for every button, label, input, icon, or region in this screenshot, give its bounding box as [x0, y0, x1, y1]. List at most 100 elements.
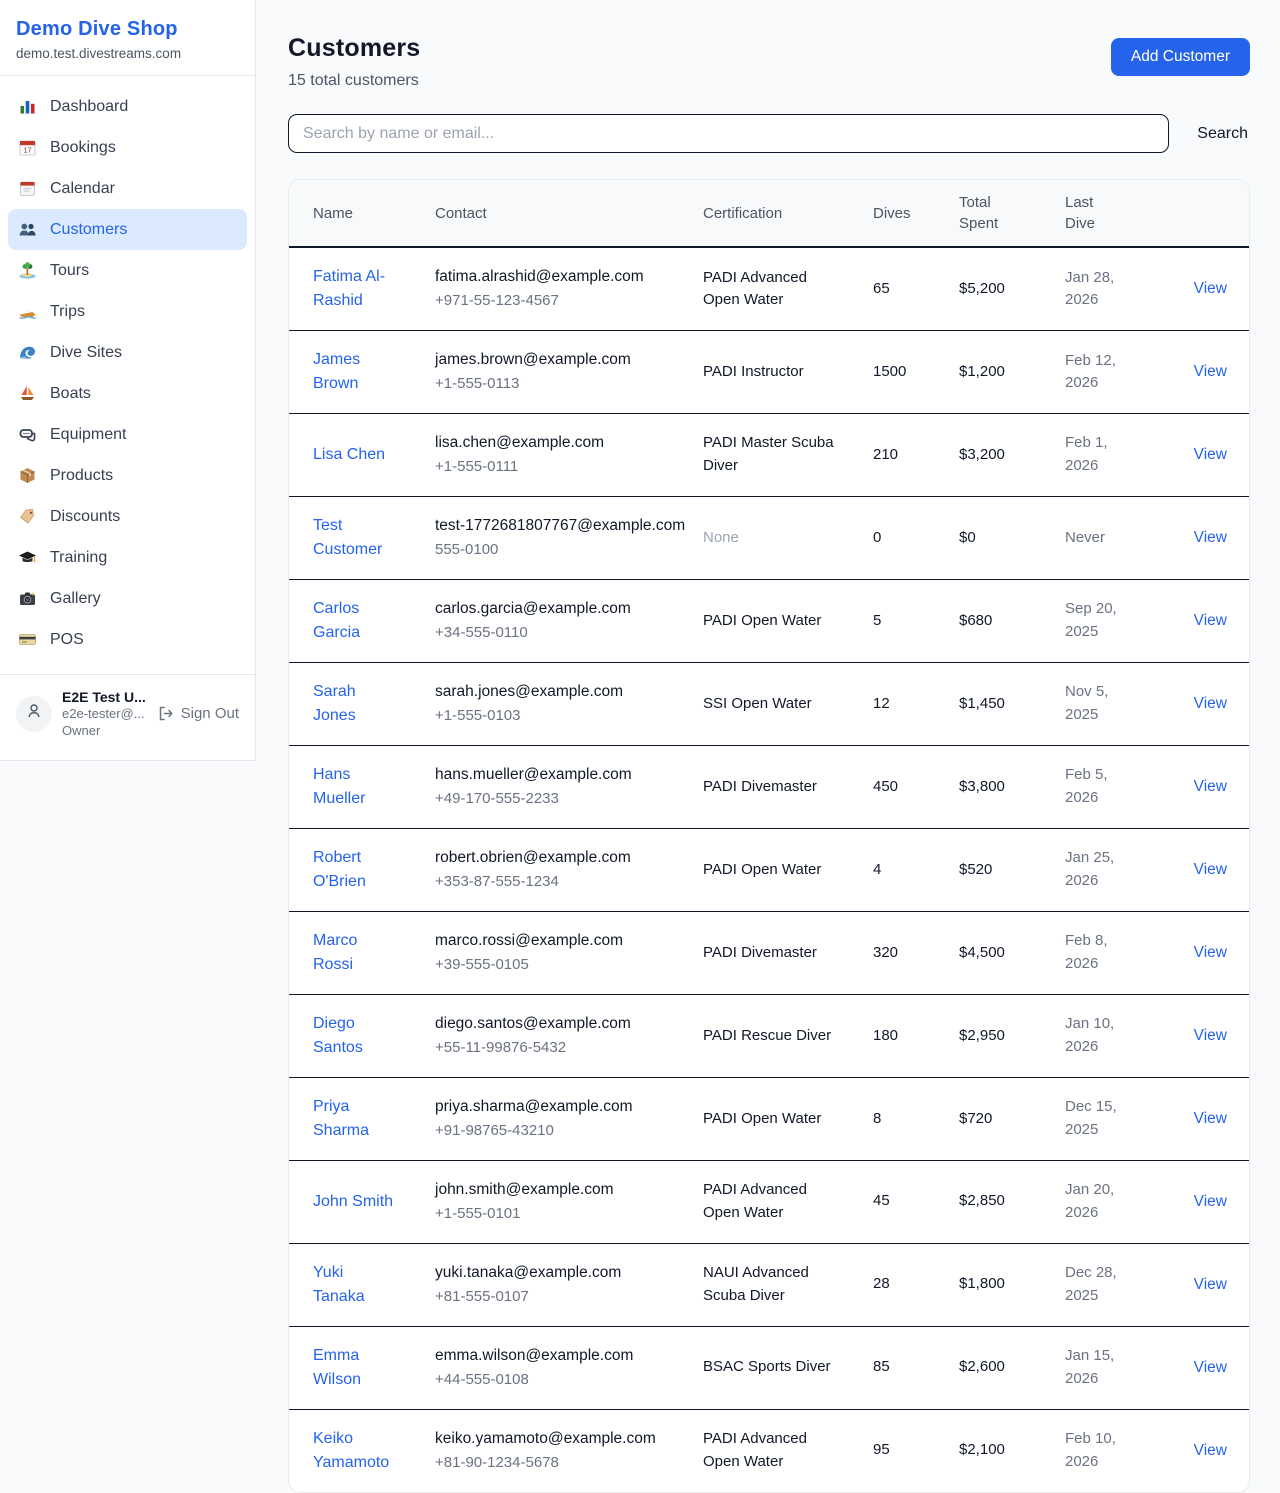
view-link[interactable]: View [1194, 446, 1227, 463]
customer-email: james.brown@example.com [435, 348, 691, 371]
user-icon [25, 702, 43, 725]
view-link[interactable]: View [1194, 1442, 1227, 1459]
sidebar-item-dive-sites[interactable]: Dive Sites [8, 332, 247, 373]
customer-total-spent: $2,100 [959, 1409, 1065, 1492]
customer-certification: PADI Divemaster [703, 911, 873, 994]
view-link[interactable]: View [1194, 1027, 1227, 1044]
sidebar-item-equipment[interactable]: Equipment [8, 414, 247, 455]
customer-email: yuki.tanaka@example.com [435, 1261, 691, 1284]
sidebar-item-trips[interactable]: Trips [8, 291, 247, 332]
sidebar-item-pos[interactable]: POS [8, 619, 247, 660]
customer-total-spent: $720 [959, 1077, 1065, 1160]
sidebar-item-calendar[interactable]: Calendar [8, 168, 247, 209]
customer-name-link[interactable]: Keiko Yamamoto [313, 1430, 389, 1471]
view-link[interactable]: View [1194, 695, 1227, 712]
customer-name-link[interactable]: Emma Wilson [313, 1347, 361, 1388]
col-header-contact: Contact [435, 180, 703, 247]
table-row: Test Customer test-1772681807767@example… [289, 496, 1250, 579]
sidebar-item-bookings[interactable]: 17 Bookings [8, 127, 247, 168]
view-link[interactable]: View [1194, 1110, 1227, 1127]
view-link[interactable]: View [1194, 1193, 1227, 1210]
customer-name-link[interactable]: John Smith [313, 1193, 393, 1210]
table-row: Fatima Al-Rashid fatima.alrashid@example… [289, 247, 1250, 331]
customer-name-link[interactable]: Robert O'Brien [313, 849, 366, 890]
customers-table: Name Contact Certification Dives Total S… [289, 180, 1250, 1492]
customer-name-link[interactable]: Diego Santos [313, 1015, 363, 1056]
customer-dives: 12 [873, 662, 959, 745]
sidebar-nav: Dashboard 17 Bookings Calendar Customers… [0, 76, 255, 670]
customer-email: john.smith@example.com [435, 1178, 691, 1201]
svg-text:17: 17 [23, 146, 31, 155]
dive-sites-icon [18, 343, 37, 362]
add-customer-button[interactable]: Add Customer [1111, 38, 1250, 76]
view-link[interactable]: View [1194, 363, 1227, 380]
view-link[interactable]: View [1194, 280, 1227, 297]
customer-name-link[interactable]: Priya Sharma [313, 1098, 369, 1139]
customer-certification: PADI Instructor [703, 331, 873, 414]
sign-out-label: Sign Out [181, 705, 239, 722]
customer-dives: 95 [873, 1409, 959, 1492]
page-title: Customers [288, 34, 420, 63]
search-row: Search [288, 114, 1250, 153]
col-header-dives: Dives [873, 180, 959, 247]
customer-total-spent: $680 [959, 579, 1065, 662]
sidebar-item-label: Equipment [50, 426, 127, 444]
table-row: Sarah Jones sarah.jones@example.com +1-5… [289, 662, 1250, 745]
sidebar-item-discounts[interactable]: Discounts [8, 496, 247, 537]
table-row: James Brown james.brown@example.com +1-5… [289, 331, 1250, 414]
customer-name-link[interactable]: Yuki Tanaka [313, 1264, 365, 1305]
customer-certification: PADI Open Water [703, 1077, 873, 1160]
customer-total-spent: $1,800 [959, 1243, 1065, 1326]
customer-email: carlos.garcia@example.com [435, 597, 691, 620]
view-link[interactable]: View [1194, 529, 1227, 546]
table-row: Yuki Tanaka yuki.tanaka@example.com +81-… [289, 1243, 1250, 1326]
sidebar-item-boats[interactable]: Boats [8, 373, 247, 414]
customer-last-dive: Jan 25, 2026 [1065, 828, 1165, 911]
sign-out-button[interactable]: Sign Out [157, 705, 239, 722]
view-link[interactable]: View [1194, 944, 1227, 961]
customer-last-dive: Jan 15, 2026 [1065, 1326, 1165, 1409]
customer-certification: PADI Divemaster [703, 745, 873, 828]
search-button[interactable]: Search [1195, 119, 1250, 149]
user-email: e2e-tester@... [62, 706, 146, 723]
customer-total-spent: $2,600 [959, 1326, 1065, 1409]
sidebar-item-dashboard[interactable]: Dashboard [8, 86, 247, 127]
boats-icon [18, 384, 37, 403]
customer-name-link[interactable]: Fatima Al-Rashid [313, 268, 385, 309]
table-row: Emma Wilson emma.wilson@example.com +44-… [289, 1326, 1250, 1409]
view-link[interactable]: View [1194, 612, 1227, 629]
customer-last-dive: Feb 12, 2026 [1065, 331, 1165, 414]
sidebar-item-gallery[interactable]: Gallery [8, 578, 247, 619]
customer-name-link[interactable]: Sarah Jones [313, 683, 356, 724]
customer-dives: 4 [873, 828, 959, 911]
customer-name-link[interactable]: Carlos Garcia [313, 600, 360, 641]
customer-last-dive: Nov 5, 2025 [1065, 662, 1165, 745]
customer-name-link[interactable]: Lisa Chen [313, 446, 385, 463]
sidebar-item-label: Boats [50, 385, 91, 403]
customer-dives: 450 [873, 745, 959, 828]
view-link[interactable]: View [1194, 778, 1227, 795]
bookings-icon: 17 [18, 138, 37, 157]
customer-name-link[interactable]: James Brown [313, 351, 360, 392]
sidebar-item-tours[interactable]: Tours [8, 250, 247, 291]
sidebar-item-customers[interactable]: Customers [8, 209, 247, 250]
view-link[interactable]: View [1194, 861, 1227, 878]
sidebar-item-products[interactable]: Products [8, 455, 247, 496]
customer-name-link[interactable]: Test Customer [313, 517, 382, 558]
customer-phone: +91-98765-43210 [435, 1120, 691, 1143]
customer-name-link[interactable]: Marco Rossi [313, 932, 357, 973]
customer-email: robert.obrien@example.com [435, 846, 691, 869]
training-icon [18, 548, 37, 567]
view-link[interactable]: View [1194, 1276, 1227, 1293]
customer-name-link[interactable]: Hans Mueller [313, 766, 365, 807]
search-input[interactable] [288, 114, 1169, 153]
customer-dives: 320 [873, 911, 959, 994]
sidebar-item-training[interactable]: Training [8, 537, 247, 578]
customer-dives: 65 [873, 247, 959, 331]
view-link[interactable]: View [1194, 1359, 1227, 1376]
table-row: Priya Sharma priya.sharma@example.com +9… [289, 1077, 1250, 1160]
customer-total-spent: $520 [959, 828, 1065, 911]
customer-total-spent: $0 [959, 496, 1065, 579]
sidebar-item-label: Dashboard [50, 98, 128, 116]
customer-email: keiko.yamamoto@example.com [435, 1427, 691, 1450]
